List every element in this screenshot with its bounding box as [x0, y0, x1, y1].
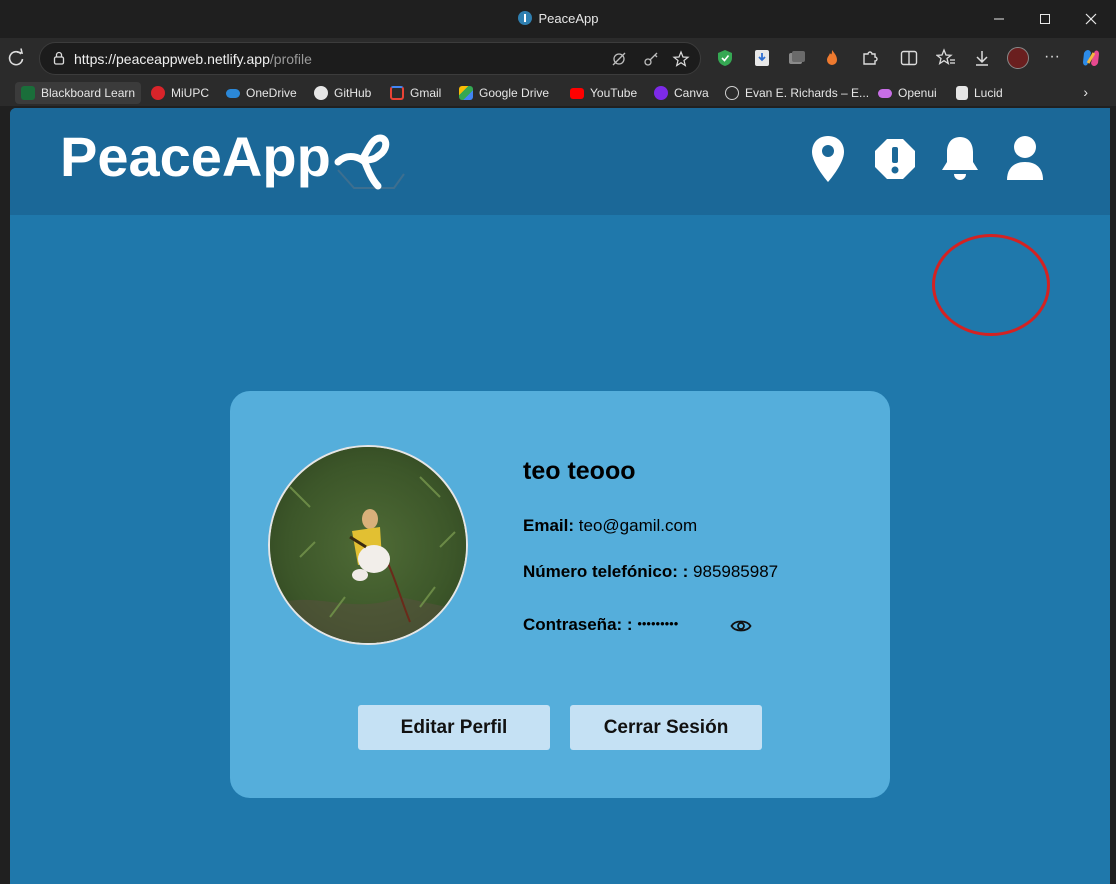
phone-label: Número telefónico: : — [523, 562, 689, 581]
profile-photo — [268, 445, 468, 645]
profile-name: teo teooo — [523, 457, 636, 485]
window-title: PeaceApp — [0, 11, 1116, 26]
bookmark-onedrive[interactable]: OneDrive — [226, 82, 297, 104]
close-button[interactable] — [1068, 0, 1114, 38]
bookmark-youtube[interactable]: YouTube — [570, 82, 637, 104]
youtube-icon — [570, 87, 584, 99]
github-icon — [314, 86, 328, 100]
lock-icon[interactable] — [52, 51, 66, 65]
blackboard-icon — [21, 86, 35, 100]
tabs-extension-icon[interactable] — [787, 48, 807, 68]
phone-value: 985985987 — [693, 562, 779, 581]
email-row: Email: teo@gamil.com — [523, 516, 697, 536]
profile-card: teo teooo Email: teo@gamil.com Número te… — [230, 391, 890, 798]
bookmarks-bar: Blackboard Learn MiUPC OneDrive GitHub G… — [0, 80, 1116, 106]
url-text[interactable]: https://peaceappweb.netlify.app/profile — [74, 51, 312, 67]
onedrive-icon — [226, 88, 240, 98]
alert-octagon-icon[interactable] — [874, 138, 916, 180]
password-value: ••••••••• — [637, 616, 679, 631]
password-label: Contraseña: : — [523, 615, 633, 634]
canva-icon — [654, 86, 668, 100]
bookmark-github[interactable]: GitHub — [314, 82, 371, 104]
bookmark-blackboard-learn[interactable]: Blackboard Learn — [15, 82, 142, 104]
key-icon[interactable] — [642, 50, 660, 68]
logout-button[interactable]: Cerrar Sesión — [570, 705, 762, 750]
app-viewport: PeaceApp teo teooo Email: teo@gamil.com … — [10, 108, 1110, 884]
save-extension-icon[interactable] — [752, 48, 772, 68]
more-options-icon[interactable]: ··· — [1044, 48, 1060, 66]
shield-extension-icon[interactable] — [715, 48, 735, 68]
app-header: PeaceApp — [10, 108, 1110, 215]
bookmark-canva[interactable]: Canva — [654, 82, 709, 104]
fire-extension-icon[interactable] — [822, 48, 842, 68]
email-value: teo@gamil.com — [578, 516, 698, 535]
extensions-puzzle-icon[interactable] — [860, 48, 880, 68]
miupc-icon — [151, 86, 165, 100]
bookmark-openui[interactable]: Openui — [878, 82, 937, 104]
minimize-icon — [994, 18, 1004, 20]
split-screen-icon[interactable] — [899, 48, 919, 68]
location-pin-icon[interactable] — [810, 134, 846, 184]
bookmark-lucid[interactable]: Lucid — [956, 82, 1003, 104]
bookmark-gmail[interactable]: Gmail — [390, 82, 441, 104]
reload-icon[interactable] — [6, 48, 26, 68]
browser-toolbar: https://peaceappweb.netlify.app/profile … — [0, 38, 1116, 80]
annotation-highlight-circle — [932, 234, 1050, 336]
bookmark-google-drive[interactable]: Google Drive — [459, 82, 549, 104]
minimize-button[interactable] — [976, 0, 1022, 38]
favorite-star-icon[interactable] — [672, 50, 690, 68]
window-title-bar: PeaceApp — [0, 0, 1116, 38]
user-icon[interactable] — [1004, 134, 1046, 182]
bookmark-miupc[interactable]: MiUPC — [151, 82, 209, 104]
maximize-icon — [1040, 14, 1050, 24]
copilot-icon[interactable] — [1080, 47, 1102, 69]
window-title-text: PeaceApp — [538, 11, 599, 26]
profile-avatar[interactable] — [1007, 47, 1029, 69]
show-password-eye-icon[interactable] — [730, 617, 752, 635]
edit-profile-button[interactable]: Editar Perfil — [358, 705, 550, 750]
email-label: Email: — [523, 516, 575, 535]
close-icon — [1085, 13, 1097, 25]
phone-row: Número telefónico: : 985985987 — [523, 562, 778, 582]
gmail-icon — [390, 86, 404, 100]
tracking-prevention-icon[interactable] — [610, 50, 628, 68]
password-row: Contraseña: : ••••••••• — [523, 615, 678, 635]
favorites-icon[interactable] — [936, 48, 956, 68]
globe-icon — [725, 86, 739, 100]
lucid-icon — [956, 86, 968, 100]
bell-icon[interactable] — [940, 134, 980, 182]
google-drive-icon — [459, 86, 473, 100]
openui-icon — [878, 88, 892, 98]
bookmarks-overflow-chevron-icon[interactable]: › — [1083, 84, 1088, 100]
address-bar[interactable]: https://peaceappweb.netlify.app/profile — [39, 42, 701, 75]
maximize-button[interactable] — [1022, 0, 1068, 38]
dog-photo-image — [270, 447, 466, 643]
app-logo-text[interactable]: PeaceApp — [60, 124, 331, 189]
downloads-icon[interactable] — [972, 48, 992, 68]
app-favicon-icon — [517, 11, 532, 25]
peace-dove-logo-icon — [334, 134, 405, 190]
bookmark-evan-richards[interactable]: Evan E. Richards – E... — [725, 82, 869, 104]
